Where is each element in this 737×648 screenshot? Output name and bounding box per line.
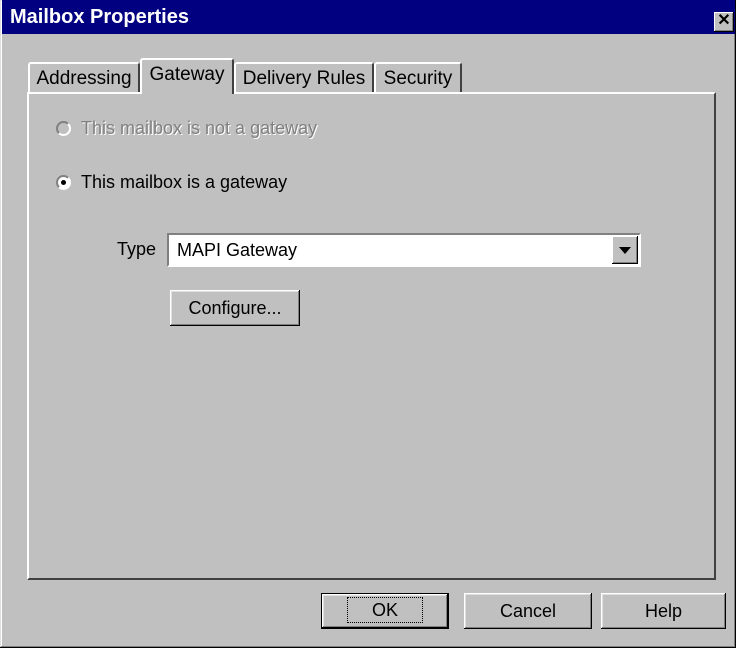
radio-not-gateway-label: This mailbox is not a gateway — [81, 118, 318, 138]
cancel-button-label: Cancel — [499, 601, 557, 621]
tab-label: Addressing — [36, 68, 132, 89]
ok-button-label: OK — [346, 597, 423, 623]
radio-is-gateway[interactable]: This mailbox is a gateway — [56, 172, 287, 193]
close-icon: ✕ — [717, 12, 731, 29]
help-button[interactable]: Help — [601, 593, 726, 629]
gateway-panel — [27, 92, 716, 580]
tab-addressing[interactable]: Addressing — [28, 62, 140, 92]
close-button[interactable]: ✕ — [714, 12, 734, 32]
tab-delivery-rules[interactable]: Delivery Rules — [234, 62, 374, 92]
cancel-button[interactable]: Cancel — [464, 593, 592, 629]
configure-button[interactable]: Configure... — [170, 290, 300, 326]
tab-label: Delivery Rules — [242, 68, 366, 89]
radio-button-icon — [56, 121, 71, 136]
type-dropdown[interactable]: MAPI Gateway — [167, 233, 641, 267]
tab-label: Gateway — [149, 64, 225, 85]
type-label: Type — [117, 239, 157, 259]
radio-selected-dot — [61, 180, 66, 185]
tab-label: Security — [383, 68, 453, 89]
mailbox-properties-dialog: Mailbox Properties ✕ Addressing Gateway … — [0, 0, 736, 648]
type-dropdown-value: MAPI Gateway — [177, 240, 298, 260]
title-bar[interactable]: Mailbox Properties ✕ — [2, 0, 735, 34]
radio-button-icon — [56, 175, 71, 190]
configure-button-label: Configure... — [188, 298, 282, 318]
window-title: Mailbox Properties — [10, 6, 189, 28]
radio-not-gateway[interactable]: This mailbox is not a gateway — [56, 118, 317, 139]
radio-is-gateway-label: This mailbox is a gateway — [81, 172, 288, 192]
dropdown-arrow-icon[interactable] — [612, 236, 638, 264]
help-button-label: Help — [644, 601, 683, 621]
tab-security[interactable]: Security — [374, 62, 462, 92]
ok-button[interactable]: OK — [321, 593, 449, 629]
tab-gateway[interactable]: Gateway — [140, 58, 234, 94]
